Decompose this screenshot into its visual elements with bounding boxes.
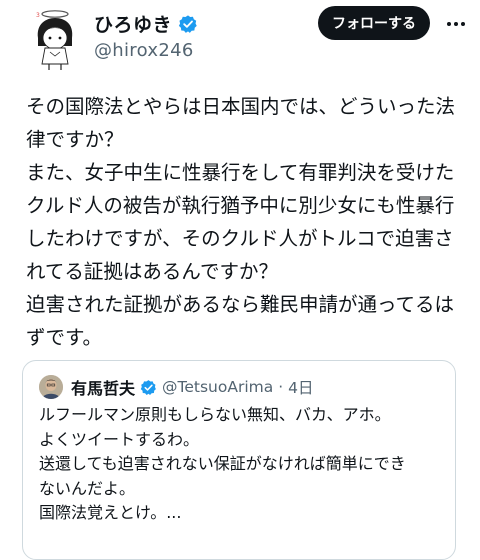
svg-text:3: 3 bbox=[36, 12, 40, 19]
verified-badge-icon bbox=[178, 14, 197, 33]
quoted-tweet-header: 有馬哲夫 @TetsuoArima · 4日 bbox=[71, 375, 314, 399]
tweet-header: 3 ひろゆき @hirox246 フォローする bbox=[0, 0, 480, 80]
author-name-row: ひろゆき bbox=[94, 10, 198, 37]
tweet-body: その国際法とやらは日本国内では、どういった法 律ですか？ また、女子中生に性暴行… bbox=[26, 90, 466, 354]
quoted-tweet-card[interactable]: 有馬哲夫 @TetsuoArima · 4日 ルフールマン原則もしらない無知、バ… bbox=[22, 360, 456, 560]
tweet-line: その国際法とやらは日本国内では、どういった法 bbox=[26, 95, 456, 118]
tweet-line: ずです。 bbox=[26, 326, 103, 349]
tweet-line: 律ですか？ bbox=[26, 128, 124, 151]
quoted-tweet-line: 送還しても迫害されない保証がなければ簡単にでき bbox=[39, 454, 406, 474]
quoted-tweet-line: 国際法覚えとけ。... bbox=[39, 503, 182, 523]
follow-button[interactable]: フォローする bbox=[318, 6, 430, 40]
tweet-line: クルド人の被告が執行猶予中に別少女にも性暴行 bbox=[26, 194, 455, 217]
tweet-line: また、女子中生に性暴行をして有罪判決を受けた bbox=[26, 161, 455, 184]
quoted-author-handle[interactable]: @TetsuoArima bbox=[162, 378, 273, 396]
quoted-tweet-body: ルフールマン原則もしらない無知、バカ、アホ。 よくツイートするわ。 送還しても迫… bbox=[39, 403, 449, 526]
author-display-name[interactable]: ひろゆき bbox=[94, 10, 172, 37]
quoted-author-name[interactable]: 有馬哲夫 bbox=[71, 375, 135, 399]
dot-separator: · bbox=[278, 378, 284, 396]
quoted-author-avatar[interactable] bbox=[39, 375, 63, 399]
quoted-tweet-line: ないんだよ。 bbox=[39, 478, 136, 498]
tweet-line: したわけですが、そのクルド人がトルコで迫害さ bbox=[26, 227, 454, 250]
author-avatar[interactable]: 3 bbox=[28, 8, 82, 72]
author-handle[interactable]: @hirox246 bbox=[94, 40, 194, 61]
quoted-tweet-line: ルフールマン原則もしらない無知、バカ、アホ。 bbox=[39, 405, 391, 424]
quoted-tweet-line: よくツイートするわ。 bbox=[39, 429, 200, 449]
quoted-tweet-time[interactable]: 4日 bbox=[288, 376, 313, 398]
tweet-line: れてる証拠はあるんですか？ bbox=[26, 260, 278, 283]
verified-badge-icon bbox=[140, 379, 156, 395]
more-options-icon[interactable] bbox=[440, 8, 472, 40]
tweet-line: 迫害された証拠があるなら難民申請が通ってるは bbox=[26, 293, 455, 316]
